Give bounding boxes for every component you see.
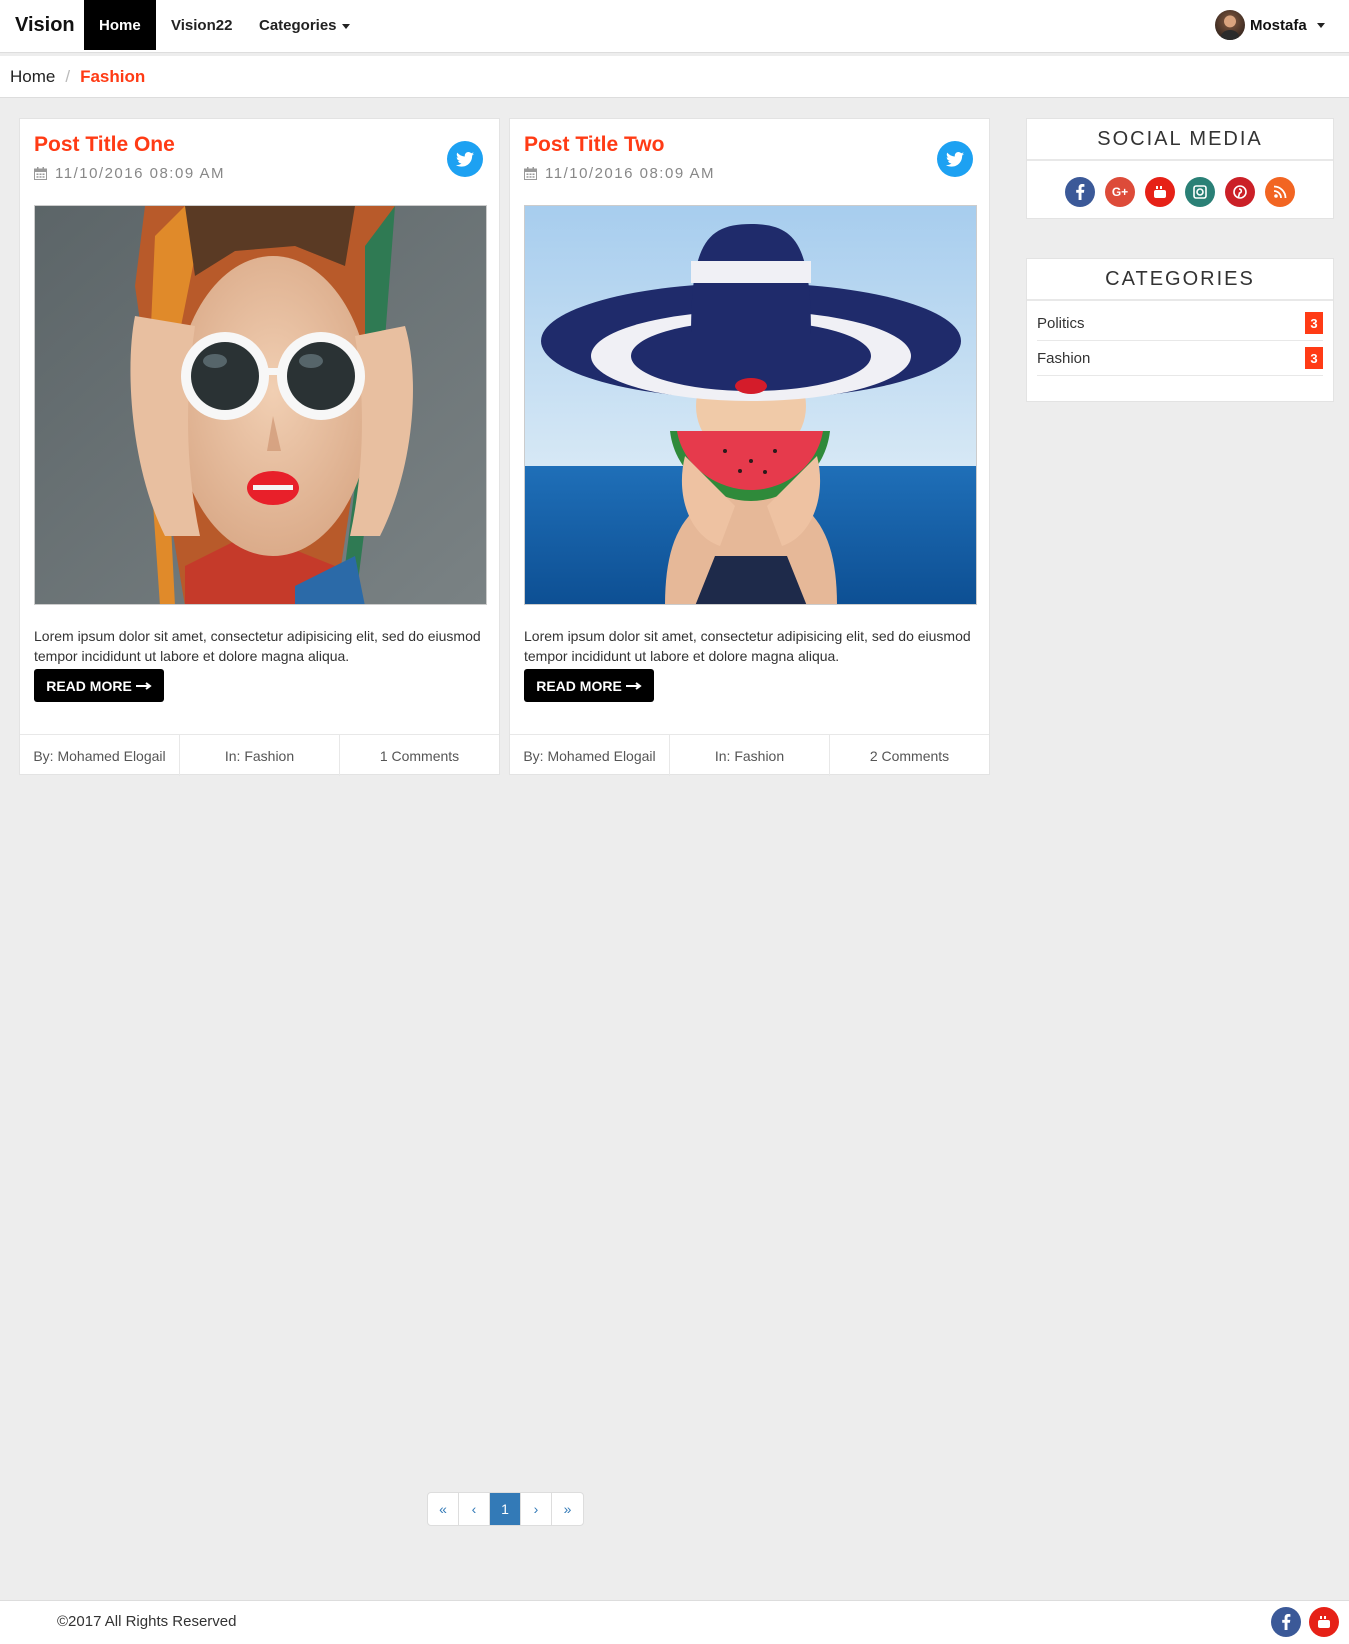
post-meta: By: Mohamed Elogail In: Fashion 2 Commen… — [510, 734, 989, 776]
rss-icon — [1273, 185, 1287, 199]
page-last-button[interactable]: » — [552, 1493, 583, 1525]
facebook-icon — [1076, 184, 1085, 200]
calendar-icon — [524, 167, 537, 180]
categories-list: Politics 3 Fashion 3 — [1027, 301, 1333, 390]
breadcrumb-home[interactable]: Home — [10, 67, 55, 87]
brand-logo[interactable]: Vision — [15, 14, 75, 37]
post-excerpt: Lorem ipsum dolor sit amet, consectetur … — [524, 628, 971, 664]
twitter-icon — [946, 151, 964, 167]
pinterest-button[interactable] — [1225, 177, 1255, 207]
chevron-down-icon — [1316, 22, 1325, 28]
nav-categories-label: Categories — [259, 17, 337, 34]
twitter-share-button[interactable] — [937, 141, 973, 177]
twitter-share-button[interactable] — [447, 141, 483, 177]
woman-sunglasses-image — [35, 206, 486, 604]
read-more-button[interactable]: READ MORE — [34, 669, 164, 702]
post-category[interactable]: In: Fashion — [670, 735, 830, 776]
category-item-politics[interactable]: Politics 3 — [1037, 306, 1323, 341]
arrow-right-icon — [135, 681, 152, 690]
post-card: Post Title One 11/10/2016 08:09 AM Lorem… — [19, 118, 500, 776]
category-item-fashion[interactable]: Fashion 3 — [1037, 341, 1323, 376]
nav-vision22[interactable]: Vision22 — [156, 0, 247, 50]
top-navbar: Vision Home Vision22 Categories Mostafa — [0, 0, 1349, 53]
social-media-title: SOCIAL MEDIA — [1027, 119, 1333, 161]
google-plus-button[interactable]: G+ — [1105, 177, 1135, 207]
footer-social-icons — [1271, 1607, 1339, 1637]
post-date-text: 11/10/2016 08:09 AM — [545, 165, 716, 182]
instagram-button[interactable] — [1185, 177, 1215, 207]
twitter-icon — [456, 151, 474, 167]
post-date-text: 11/10/2016 08:09 AM — [55, 165, 226, 182]
pinterest-icon — [1233, 185, 1247, 199]
category-label: Politics — [1037, 314, 1085, 332]
youtube-icon — [1318, 1616, 1330, 1628]
post-comments[interactable]: 1 Comments — [340, 735, 499, 776]
post-author[interactable]: By: Mohamed Elogail — [20, 735, 180, 776]
rss-button[interactable] — [1265, 177, 1295, 207]
woman-hat-watermelon-image — [525, 206, 976, 604]
categories-widget: CATEGORIES Politics 3 Fashion 3 — [1026, 258, 1334, 402]
post-meta: By: Mohamed Elogail In: Fashion 1 Commen… — [20, 734, 499, 776]
youtube-button[interactable] — [1145, 177, 1175, 207]
google-plus-icon: G+ — [1111, 185, 1129, 199]
youtube-icon — [1154, 186, 1166, 198]
post-image[interactable] — [524, 205, 977, 605]
read-more-button[interactable]: READ MORE — [524, 669, 654, 702]
calendar-icon — [34, 167, 47, 180]
post-image[interactable] — [34, 205, 487, 605]
category-label: Fashion — [1037, 349, 1091, 367]
page-current-button[interactable]: 1 — [490, 1493, 521, 1525]
instagram-icon — [1193, 185, 1207, 199]
post-date: 11/10/2016 08:09 AM — [524, 165, 715, 182]
read-more-label: READ MORE — [46, 677, 132, 694]
post-card: Post Title Two 11/10/2016 08:09 AM Lorem… — [509, 118, 990, 776]
avatar — [1215, 10, 1245, 40]
pagination: « ‹ 1 › » — [427, 1492, 584, 1526]
nav-home[interactable]: Home — [84, 0, 156, 50]
arrow-right-icon — [625, 681, 642, 690]
page-first-button[interactable]: « — [428, 1493, 459, 1525]
chevron-down-icon — [341, 23, 350, 29]
post-date: 11/10/2016 08:09 AM — [34, 165, 225, 182]
post-category[interactable]: In: Fashion — [180, 735, 340, 776]
post-title[interactable]: Post Title Two — [524, 133, 664, 157]
copyright-text: ©2017 All Rights Reserved — [57, 1613, 237, 1630]
user-menu[interactable]: Mostafa — [1215, 9, 1325, 41]
post-author[interactable]: By: Mohamed Elogail — [510, 735, 670, 776]
footer-facebook-button[interactable] — [1271, 1607, 1301, 1637]
user-name: Mostafa — [1250, 16, 1307, 34]
facebook-icon — [1282, 1614, 1291, 1630]
social-icons-row: G+ — [1027, 161, 1333, 217]
breadcrumb-current: Fashion — [80, 66, 146, 86]
post-comments[interactable]: 2 Comments — [830, 735, 989, 776]
breadcrumb-separator: / — [65, 66, 71, 86]
category-count-badge: 3 — [1305, 347, 1323, 369]
page-prev-button[interactable]: ‹ — [459, 1493, 490, 1525]
categories-title: CATEGORIES — [1027, 259, 1333, 301]
post-excerpt: Lorem ipsum dolor sit amet, consectetur … — [34, 628, 481, 664]
social-media-widget: SOCIAL MEDIA G+ — [1026, 118, 1334, 219]
facebook-button[interactable] — [1065, 177, 1095, 207]
breadcrumb: Home / Fashion — [0, 56, 1349, 98]
read-more-label: READ MORE — [536, 677, 622, 694]
nav-categories-dropdown[interactable]: Categories — [244, 0, 365, 50]
page-next-button[interactable]: › — [521, 1493, 552, 1525]
category-count-badge: 3 — [1305, 312, 1323, 334]
page-footer: ©2017 All Rights Reserved — [0, 1600, 1349, 1644]
footer-youtube-button[interactable] — [1309, 1607, 1339, 1637]
post-title[interactable]: Post Title One — [34, 133, 175, 157]
